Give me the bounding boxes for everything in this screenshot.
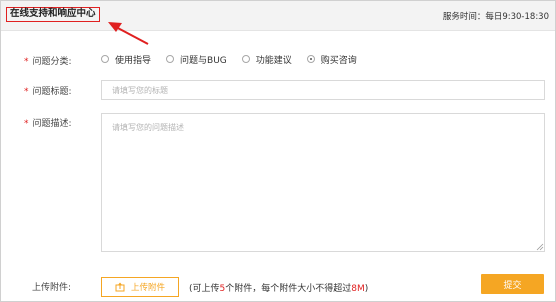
hint-prefix: (可上传 [189,284,220,294]
header-bar: 在线支持和响应中心 服务时间：每日9:30-18:30 [1,1,555,31]
radio-label: 功能建议 [255,55,292,66]
category-radio-group: 使用指导 问题与BUG 功能建议 购买咨询 [101,52,372,66]
subject-label: * 问题标题: [24,84,72,97]
description-textarea[interactable] [101,113,545,252]
required-mark: * [24,119,29,129]
radio-label: 问题与BUG [180,55,227,66]
radio-feature-suggestion[interactable]: 功能建议 [241,53,292,66]
radio-issue-bug[interactable]: 问题与BUG [166,53,227,66]
subject-input[interactable] [101,80,545,100]
attachment-label: 上传附件: [32,283,72,293]
category-label-text: 问题分类: [32,57,72,67]
required-mark: * [24,87,29,97]
subject-label-text: 问题标题: [32,87,72,97]
required-mark: * [24,57,29,67]
radio-circle[interactable] [166,55,175,63]
page-title: 在线支持和响应中心 [6,7,100,22]
upload-icon [115,282,125,292]
description-label-text: 问题描述: [32,119,72,129]
hint-size: 8M [351,284,365,294]
radio-circle[interactable] [101,55,109,63]
upload-button-label: 上传附件 [130,283,165,293]
resize-grip-icon[interactable] [536,243,544,251]
hint-middle: 个附件，每个附件大小不得超过 [225,284,352,294]
radio-purchase-inquiry[interactable]: 购买咨询 [306,53,357,66]
service-hours: 服务时间：每日9:30-18:30 [442,12,549,22]
red-arrow-icon [108,22,149,45]
radio-circle[interactable] [241,55,250,63]
upload-attachment-button[interactable]: 上传附件 [101,277,179,297]
category-label: * 问题分类: [24,54,72,67]
upload-hint: (可上传5个附件，每个附件大小不得超过8M) [189,281,368,294]
submit-button[interactable]: 提交 [481,274,544,294]
radio-label: 使用指导 [115,55,152,66]
radio-usage-guide[interactable]: 使用指导 [101,53,151,66]
radio-label: 购买咨询 [320,55,357,66]
radio-circle-checked[interactable] [306,55,315,63]
description-label: * 问题描述: [24,116,72,129]
hint-suffix: ) [364,284,369,294]
